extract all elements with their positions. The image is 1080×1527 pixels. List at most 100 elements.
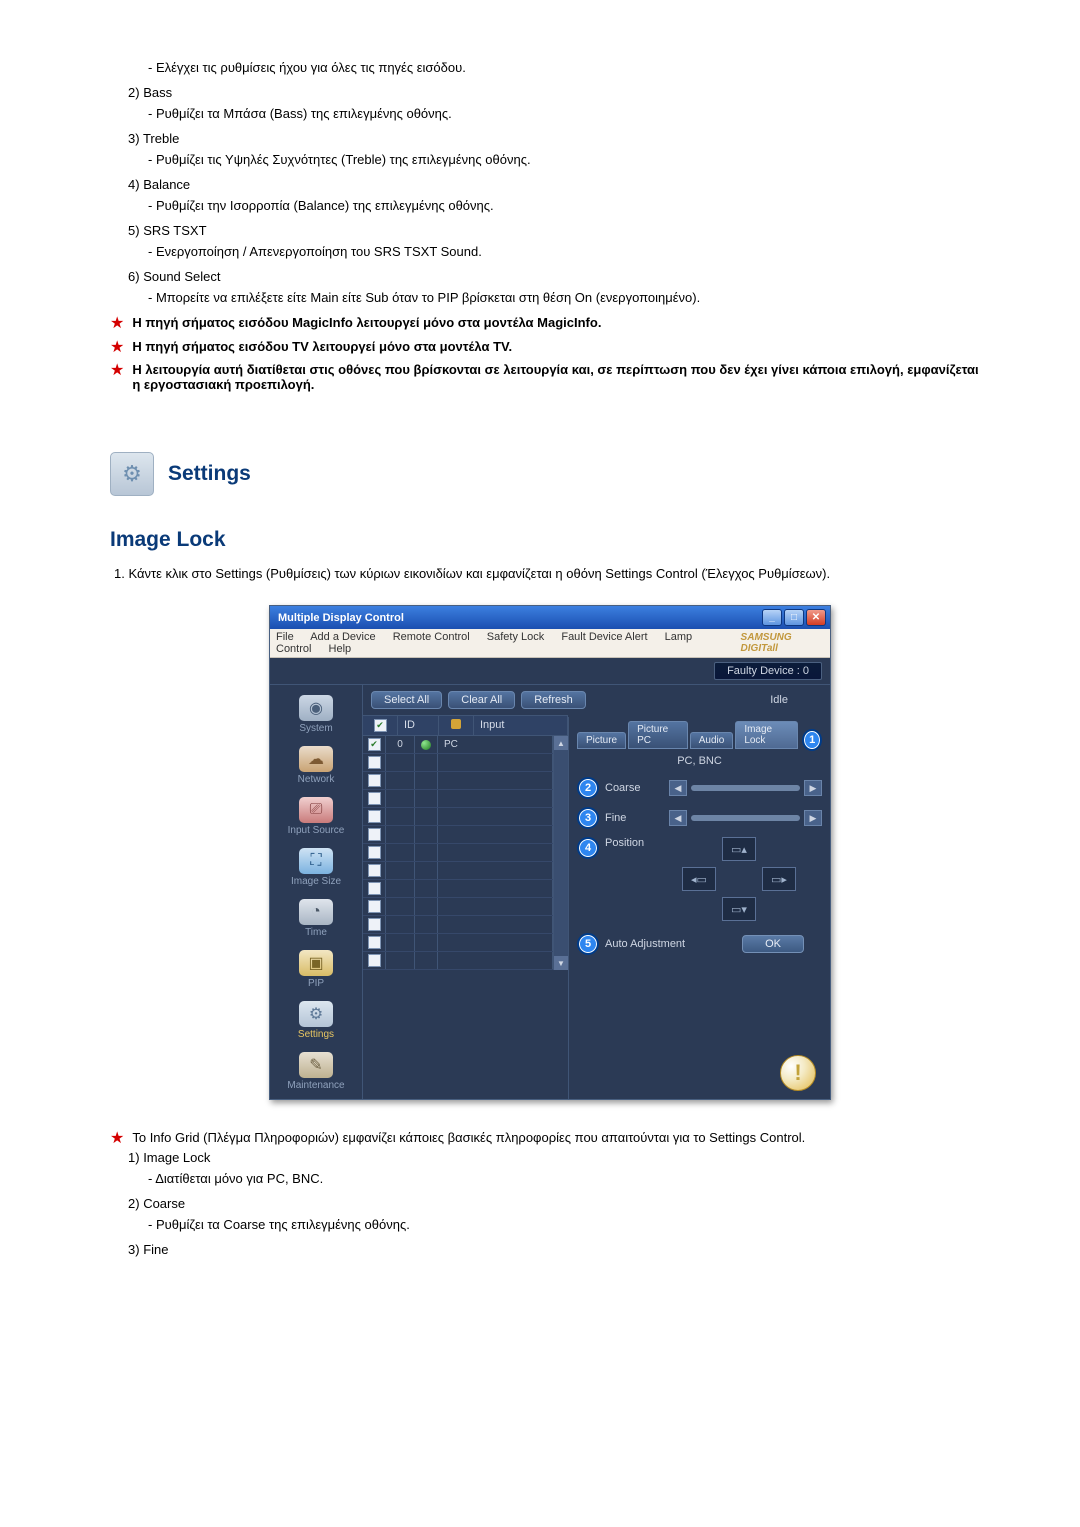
callout-5: 5 [577,933,599,955]
note-text: Το Info Grid (Πλέγμα Πληροφοριών) εμφανί… [132,1130,805,1145]
status-row: Faulty Device : 0 [270,658,830,685]
row-id: 0 [386,736,415,753]
menu-help[interactable]: Help [329,643,352,655]
item-number: 5) [128,223,140,238]
position-right-button[interactable]: ▭▸ [762,867,796,891]
scrollbar[interactable]: ▲ ▼ [553,736,568,970]
sidebar-item-input-source[interactable]: ⎚Input Source [270,793,362,844]
table-row [363,844,553,862]
app-window: Multiple Display Control _ □ ✕ File Add … [269,605,831,1100]
menu-items: File Add a Device Remote Control Safety … [276,631,741,655]
select-all-button[interactable]: Select All [371,691,442,709]
item-title: Bass [143,85,172,100]
scroll-up-icon[interactable]: ▲ [554,736,568,750]
item-title: SRS TSXT [143,223,206,238]
window-controls: _ □ ✕ [762,609,826,626]
refresh-button[interactable]: Refresh [521,691,586,709]
table-row [363,808,553,826]
tab-image-lock[interactable]: Image Lock [735,721,798,749]
table-row[interactable]: 0 PC [363,736,553,754]
item-number: 1) [128,1150,140,1165]
sound-item-desc: - Μπορείτε να επιλέξετε είτε Main είτε S… [148,290,990,305]
fine-increase[interactable]: ▶ [804,810,822,826]
warning-icon: ! [780,1055,816,1091]
item-title: Treble [143,131,179,146]
row-checkbox[interactable] [363,736,386,753]
idle-label: Idle [770,694,788,706]
coarse-increase[interactable]: ▶ [804,780,822,796]
item-title: Image Lock [143,1150,210,1165]
close-button[interactable]: ✕ [806,609,826,626]
table-row [363,790,553,808]
coarse-slider[interactable] [691,785,800,791]
tab-picture-pc[interactable]: Picture PC [628,721,688,749]
position-label: Position [605,837,669,849]
sidebar-item-label: Network [298,774,335,785]
item-title: Fine [143,1242,168,1257]
coarse-label: Coarse [605,782,669,794]
table-row [363,826,553,844]
coarse-decrease[interactable]: ◀ [669,780,687,796]
sound-item-4: 4) Balance [128,177,990,192]
item-number: 2) [128,1196,140,1211]
after-item-1: 1) Image Lock [128,1150,990,1165]
table-row [363,880,553,898]
callout-3: 3 [577,807,599,829]
sidebar-item-label: System [299,723,332,734]
image-lock-title: Image Lock [110,528,990,552]
fine-row: 3 Fine ◀ ▶ [577,807,822,829]
item-number: 3) [128,1242,140,1257]
grid-header: ID Input [363,715,568,736]
sidebar-item-network[interactable]: ☁Network [270,742,362,793]
sidebar-item-time[interactable]: ◔Time [270,895,362,946]
tab-audio[interactable]: Audio [690,732,734,749]
settings-header: Settings [110,452,990,496]
sound-item-2: 2) Bass [128,85,990,100]
fine-decrease[interactable]: ◀ [669,810,687,826]
after-item-desc: - Ρυθμίζει τα Coarse της επιλεγμένης οθό… [148,1217,990,1232]
note-text: Η πηγή σήματος εισόδου MagicInfo λειτουρ… [132,315,601,330]
sound-items-list: - Ελέγχει τις ρυθμίσεις ήχου για όλες τι… [110,60,990,305]
item-number: 4) [128,177,140,192]
clear-all-button[interactable]: Clear All [448,691,515,709]
menu-add-device[interactable]: Add a Device [310,631,375,643]
maximize-button[interactable]: □ [784,609,804,626]
callout-1: 1 [802,729,822,751]
tab-picture[interactable]: Picture [577,732,626,749]
sidebar-item-image-size[interactable]: ⛶Image Size [270,844,362,895]
ok-button[interactable]: OK [742,935,804,953]
item-title: Sound Select [143,269,220,284]
menu-fault-device-alert[interactable]: Fault Device Alert [561,631,647,643]
minimize-button[interactable]: _ [762,609,782,626]
fine-slider[interactable] [691,815,800,821]
table-row [363,916,553,934]
menu-remote-control[interactable]: Remote Control [393,631,470,643]
sidebar-item-pip[interactable]: ▣PIP [270,946,362,997]
sidebar-item-maintenance[interactable]: ✎Maintenance [270,1048,362,1099]
sidebar-item-label: Image Size [291,876,341,887]
fine-label: Fine [605,812,669,824]
sidebar-item-label: Time [305,927,327,938]
after-item-2: 2) Coarse [128,1196,990,1211]
position-up-button[interactable]: ▭▴ [722,837,756,861]
sidebar-item-settings[interactable]: ⚙Settings [270,997,362,1048]
table-row [363,952,553,970]
menu-bar: File Add a Device Remote Control Safety … [270,629,830,658]
menu-safety-lock[interactable]: Safety Lock [487,631,544,643]
menu-file[interactable]: File [276,631,294,643]
grid-header-check[interactable] [363,716,398,735]
position-down-button[interactable]: ▭▾ [722,897,756,921]
sidebar-item-system[interactable]: ◉System [270,691,362,742]
note-text: Η λειτουργία αυτή διατίθεται στις οθόνες… [132,362,990,392]
scroll-down-icon[interactable]: ▼ [554,956,568,970]
after-item-3: 3) Fine [128,1242,990,1257]
sound-item-desc: - Ρυθμίζει τις Υψηλές Συχνότητες (Treble… [148,152,990,167]
pc-bnc-label: PC, BNC [577,755,822,767]
window-title: Multiple Display Control [278,612,404,624]
star-icon: ★ [110,315,124,333]
table-row [363,862,553,880]
note-line: ★ Η πηγή σήματος εισόδου MagicInfo λειτο… [110,315,990,333]
sidebar: ◉System ☁Network ⎚Input Source ⛶Image Si… [270,685,363,1099]
position-left-button[interactable]: ◂▭ [682,867,716,891]
sidebar-item-label: Input Source [288,825,345,836]
